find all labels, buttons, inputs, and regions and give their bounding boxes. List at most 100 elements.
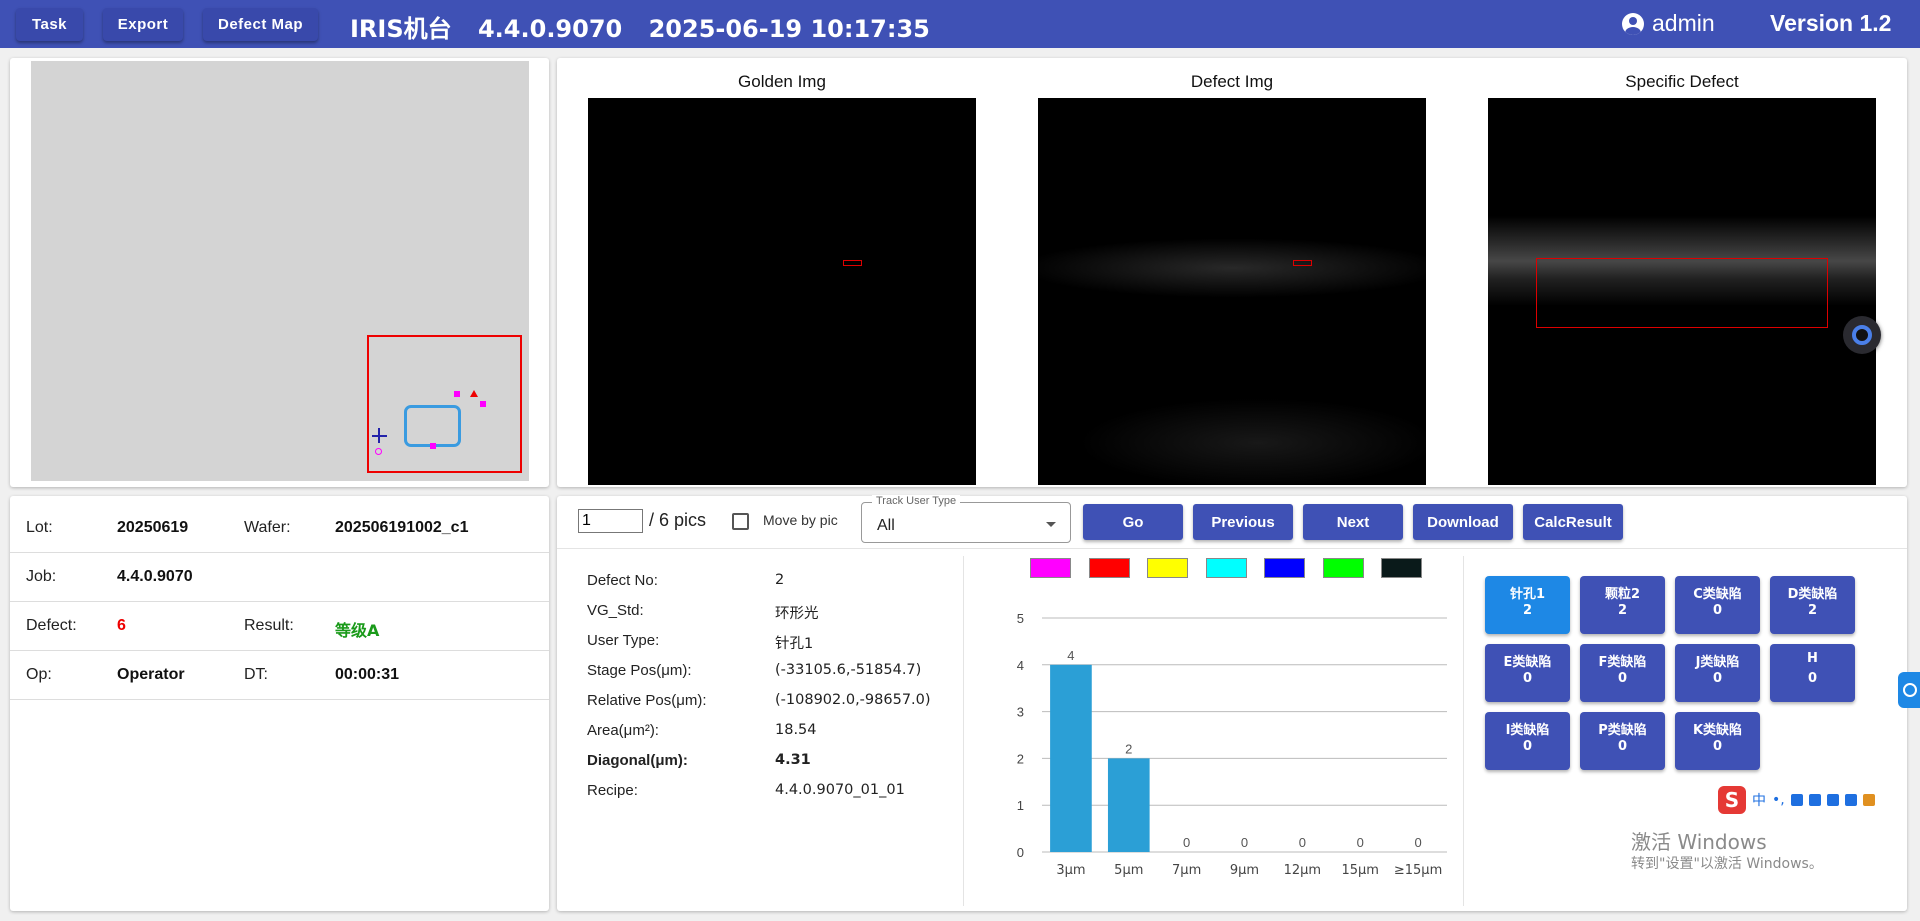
keyboard-icon[interactable] <box>1808 794 1821 806</box>
pics-total: / 6 pics <box>649 510 707 530</box>
machine-version: 4.4.0.9070 <box>477 15 623 43</box>
page-title: IRIS机台 4.4.0.9070 2025-06-19 10:17:35 <box>350 9 948 44</box>
link-icon[interactable] <box>1898 672 1920 708</box>
color-swatch[interactable] <box>1088 558 1130 578</box>
defect-class-button[interactable]: C类缺陷 0 <box>1675 576 1760 634</box>
defect-class-button[interactable]: 颗粒2 2 <box>1580 576 1665 634</box>
defect-class-name: D类缺陷 <box>1787 587 1838 602</box>
detail-value: 针孔1 <box>775 636 814 652</box>
defect-class-name: I类缺陷 <box>1505 723 1550 738</box>
chart-bar <box>1050 664 1092 852</box>
color-swatch[interactable] <box>1205 558 1247 578</box>
go-button[interactable]: Go <box>1083 504 1183 540</box>
header-datetime: 2025-06-19 10:17:35 <box>648 15 930 43</box>
defect-class-name: K类缺陷 <box>1692 723 1743 738</box>
detail-label: Defect No: <box>587 572 658 589</box>
account-circle-icon <box>1622 12 1644 35</box>
app-version: Version 1.2 <box>1770 10 1892 36</box>
dt-label: DT: <box>244 666 268 683</box>
defect-dot[interactable] <box>480 401 486 407</box>
x-tick-label: 5μm <box>1114 863 1143 878</box>
defect-class-count: 2 <box>1522 603 1533 618</box>
track-user-type-select[interactable]: Track User Type All <box>861 495 1071 543</box>
chevron-down-icon <box>1046 522 1056 527</box>
windows-activation-sub: 转到"设置"以激活 Windows。 <box>1631 856 1823 872</box>
specific-defect-image[interactable] <box>1488 98 1876 485</box>
previous-button[interactable]: Previous <box>1193 504 1293 540</box>
calc-result-button[interactable]: CalcResult <box>1523 504 1623 540</box>
detail-label: VG_Std: <box>587 602 644 619</box>
defect-class-button[interactable]: P类缺陷 0 <box>1580 712 1665 770</box>
data-label: 0 <box>1414 835 1421 850</box>
divider <box>1463 556 1464 906</box>
job-value: 4.4.0.9070 <box>117 568 193 585</box>
image-texture <box>1078 398 1426 485</box>
color-swatch[interactable] <box>1381 558 1422 578</box>
wafer-value: 202506191002_c1 <box>335 519 469 536</box>
detail-value: 4.31 <box>775 752 811 768</box>
page-input[interactable] <box>578 509 643 533</box>
divider <box>557 548 1907 549</box>
defect-class-button[interactable]: E类缺陷 0 <box>1485 644 1570 702</box>
defect-class-button[interactable]: D类缺陷 2 <box>1770 576 1855 634</box>
lot-label: Lot: <box>26 519 53 536</box>
export-button[interactable]: Export <box>103 8 183 41</box>
mic-icon[interactable] <box>1790 794 1803 806</box>
y-tick-label: 4 <box>1017 658 1024 673</box>
defect-class-button[interactable]: K类缺陷 0 <box>1675 712 1760 770</box>
defect-class-count: 0 <box>1712 739 1723 754</box>
job-label: Job: <box>26 568 57 585</box>
loading-spinner-icon <box>1843 316 1881 354</box>
dt-value: 00:00:31 <box>335 666 400 683</box>
defect-dot[interactable] <box>454 391 460 397</box>
defect-dot[interactable] <box>430 443 436 449</box>
detail-value: (-33105.6,-51854.7) <box>775 662 922 678</box>
ime-toolbar[interactable]: S 中 •, <box>1718 785 1918 815</box>
color-swatch[interactable] <box>1322 558 1364 578</box>
data-label: 0 <box>1183 835 1190 850</box>
data-label: 0 <box>1299 835 1306 850</box>
next-button[interactable]: Next <box>1303 504 1403 540</box>
skin-icon[interactable] <box>1826 794 1839 806</box>
defect-ring[interactable] <box>375 448 382 455</box>
track-user-type-legend: Track User Type <box>872 495 961 507</box>
defect-class-count: 0 <box>1712 671 1723 686</box>
detail-value: (-108902.0,-98657.0) <box>775 692 931 708</box>
zoom-region <box>367 335 522 473</box>
task-button[interactable]: Task <box>16 8 83 41</box>
golden-image[interactable] <box>588 98 976 485</box>
result-value: 等级A <box>335 621 380 640</box>
x-tick-label: 12μm <box>1284 863 1321 878</box>
user-menu[interactable]: admin <box>1622 10 1715 37</box>
defect-class-count: 0 <box>1617 671 1628 686</box>
images-panel: Golden Img Defect Img Specific Defect <box>557 58 1907 487</box>
color-swatch[interactable] <box>1147 558 1188 578</box>
color-swatch[interactable] <box>1264 558 1305 578</box>
defect-class-button[interactable]: I类缺陷 0 <box>1485 712 1570 770</box>
defect-map-button[interactable]: Defect Map <box>203 8 318 41</box>
defect-triangle[interactable] <box>470 390 478 397</box>
move-by-pic-checkbox[interactable] <box>732 513 749 530</box>
defect-class-button[interactable]: H0 <box>1770 644 1855 702</box>
x-tick-label: 9μm <box>1230 863 1259 878</box>
emoji-icon[interactable] <box>1862 794 1875 806</box>
defect-class-button[interactable]: 针孔1 2 <box>1485 576 1570 634</box>
defect-class-name: 颗粒2 <box>1604 587 1641 602</box>
result-label: Result: <box>244 617 294 634</box>
ime-punct[interactable]: •, <box>1772 792 1785 808</box>
detail-label: Relative Pos(μm): <box>587 692 707 709</box>
detail-value: 4.4.0.9070_01_01 <box>775 782 905 798</box>
defect-class-button[interactable]: J类缺陷 0 <box>1675 644 1760 702</box>
data-label: 4 <box>1067 648 1074 663</box>
download-button[interactable]: Download <box>1413 504 1513 540</box>
defect-class-count: 0 <box>1522 739 1533 754</box>
defect-image[interactable] <box>1038 98 1426 485</box>
color-swatch[interactable] <box>1030 558 1071 578</box>
defect-class-button[interactable]: F类缺陷 0 <box>1580 644 1665 702</box>
ime-mode[interactable]: 中 <box>1752 790 1766 810</box>
grid-icon[interactable] <box>1844 794 1857 806</box>
wafer-map[interactable] <box>31 61 529 481</box>
y-tick-label: 3 <box>1017 705 1024 720</box>
track-user-type-value: All <box>877 517 895 534</box>
x-tick-label: 15μm <box>1341 863 1378 878</box>
